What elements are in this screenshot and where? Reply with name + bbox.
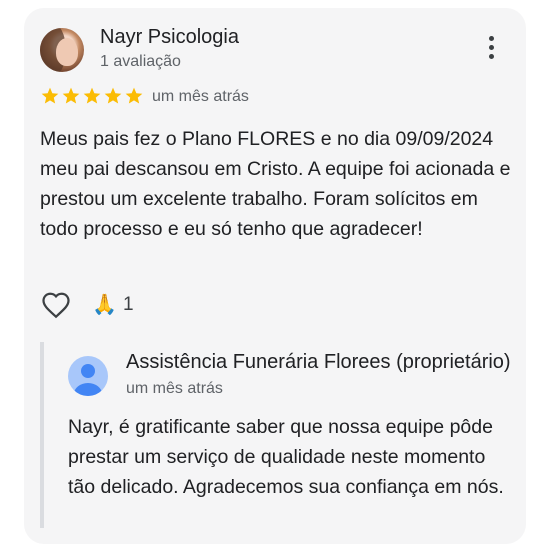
review-date: um mês atrás [152,88,249,105]
reply-divider-bar [40,342,44,528]
star-icon [104,87,122,104]
avatar-face [56,38,78,66]
review-text: Meus pais fez o Plano FLORES e no dia 09… [40,128,511,240]
default-person-avatar-icon[interactable] [68,356,108,396]
reaction-count: 1 [123,294,134,315]
star-icon [125,87,143,104]
more-vert-icon[interactable] [484,36,498,64]
reviewer-name[interactable]: Nayr Psicologia [100,26,239,49]
star-rating [40,86,144,108]
pray-emoji-reaction[interactable]: 🙏 [92,292,117,318]
owner-reply-date: um mês atrás [126,380,223,397]
owner-name[interactable]: Assistência Funerária Florees (proprietá… [126,351,511,374]
more-dot [488,45,494,50]
more-dot [488,36,494,41]
reviewer-avatar[interactable] [40,28,84,72]
star-icon [62,87,80,104]
reviewer-review-count: 1 avaliação [100,53,181,70]
more-dot [488,54,494,59]
heart-outline-icon[interactable] [40,290,72,320]
star-icon [83,87,101,104]
star-icon [41,87,59,104]
owner-reply-text: Nayr, é gratificante saber que nossa equ… [68,416,504,498]
